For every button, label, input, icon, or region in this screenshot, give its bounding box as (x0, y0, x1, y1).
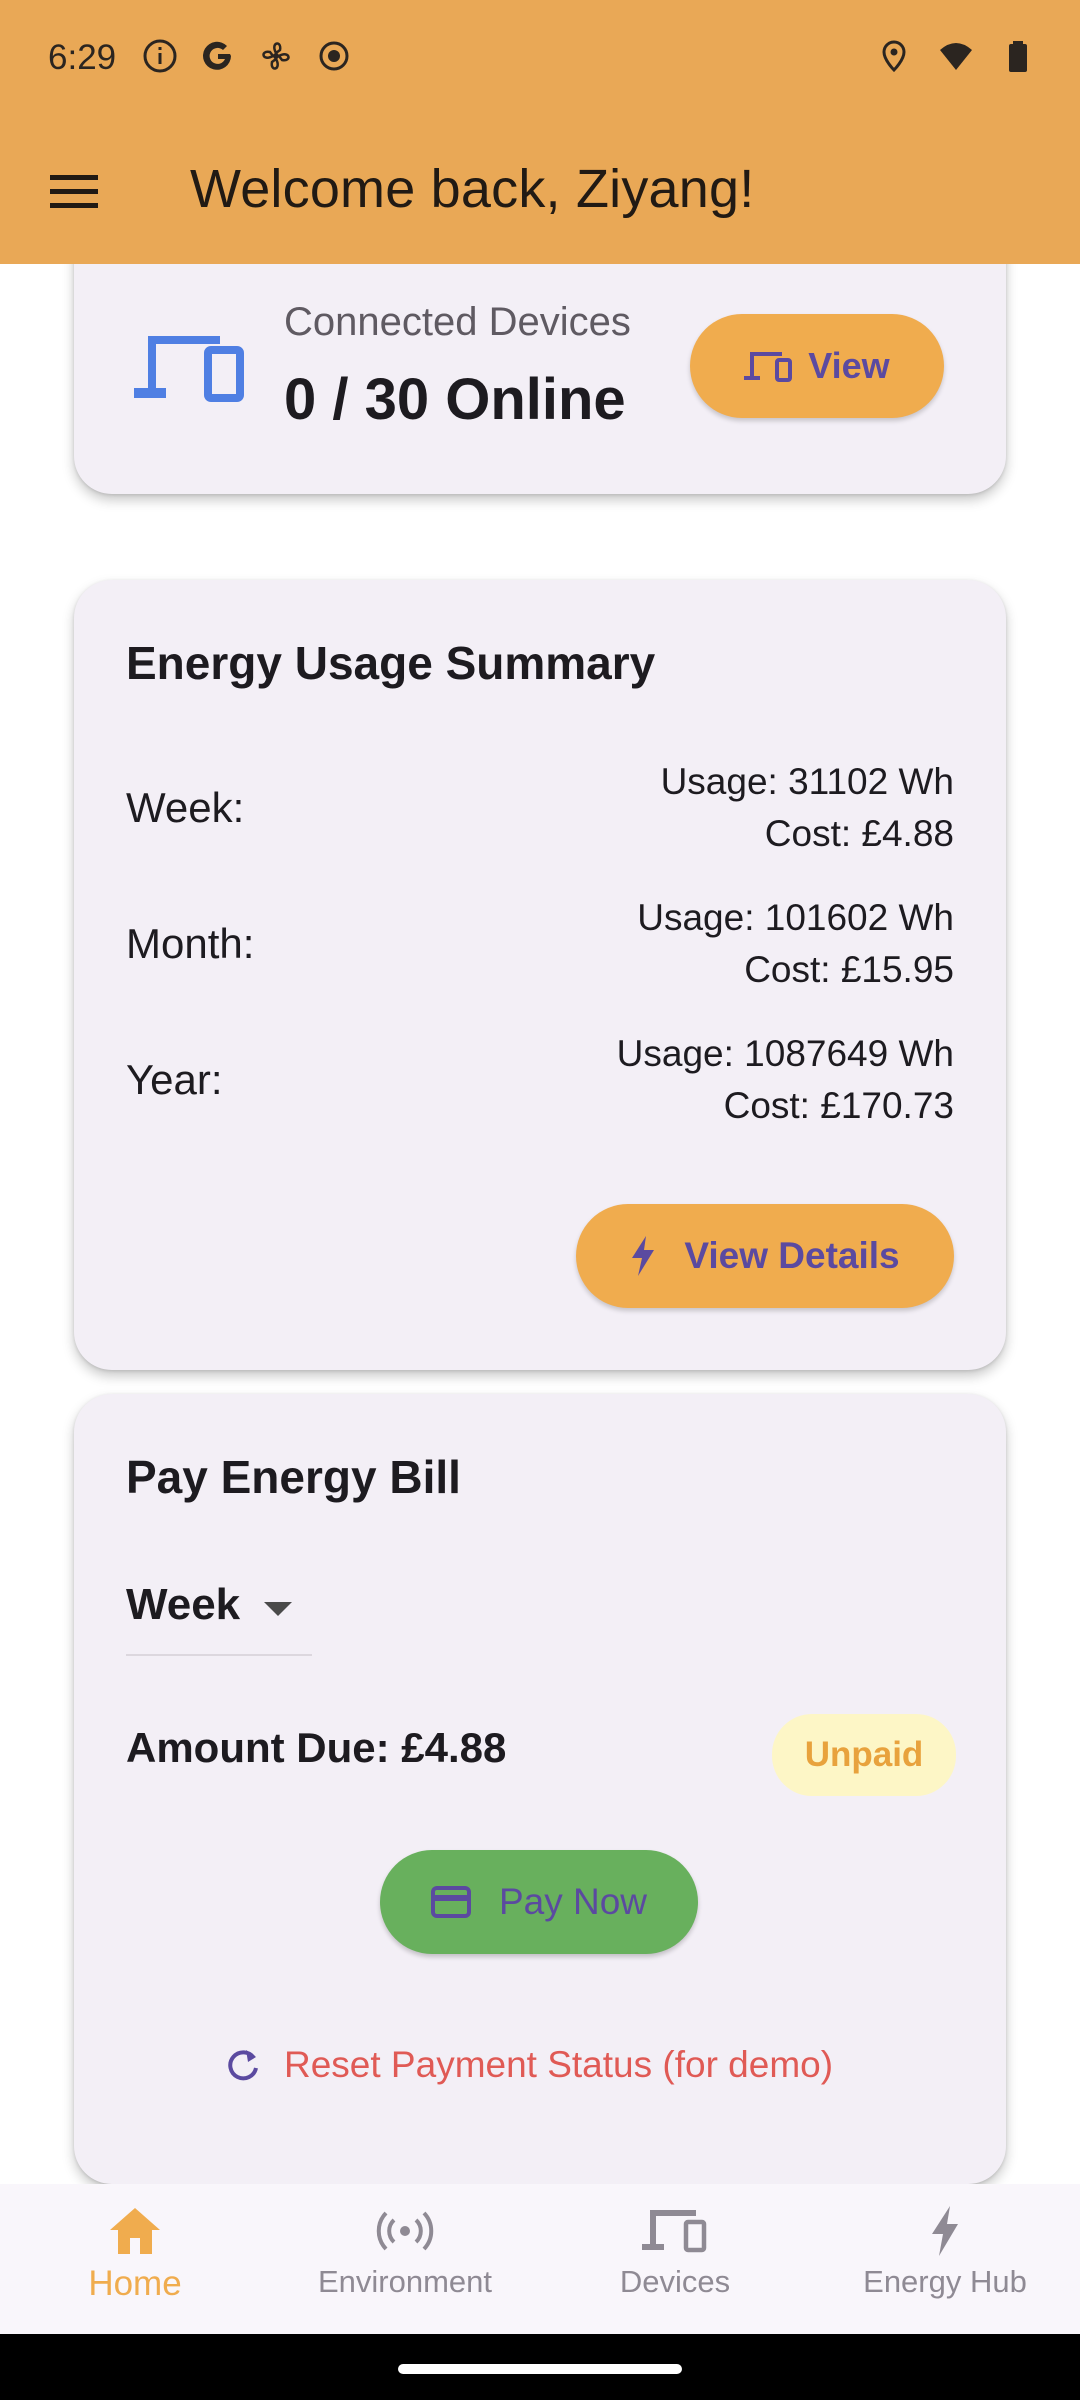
year-usage: Usage: 1087649 Wh (616, 1033, 954, 1074)
menu-icon (50, 175, 98, 208)
nav-label-home: Home (88, 2264, 182, 2303)
status-time: 6:29 (48, 38, 117, 77)
pay-now-label: Pay Now (498, 1881, 648, 1922)
connected-devices-label: Connected Devices (284, 300, 631, 344)
week-usage: Usage: 31102 Wh (660, 761, 954, 802)
nav-label-devices: Devices (619, 2264, 731, 2299)
pay-energy-bill-card: Pay Energy Bill Week Amount Due: £4.88 U… (74, 1394, 1006, 2184)
battery-icon (1009, 41, 1027, 72)
bolt-icon (632, 1236, 655, 1276)
home-icon (110, 2208, 160, 2254)
status-bar: 6:29 (0, 0, 1080, 118)
nav-label-environment: Environment (317, 2264, 493, 2299)
system-navigation-bar (0, 2334, 1080, 2400)
dropdown-arrow-icon (264, 1602, 292, 1616)
nav-item-devices[interactable]: Devices (540, 2184, 810, 2334)
view-devices-button[interactable]: View (690, 314, 944, 418)
year-values: Usage: 1087649 Wh Cost: £170.73 (617, 1028, 954, 1132)
year-cost: Cost: £170.73 (723, 1085, 954, 1126)
fan-icon (262, 42, 290, 70)
bottom-navigation: Home Environment Devices Energy Hub (0, 2184, 1080, 2334)
week-cost: Cost: £4.88 (764, 813, 954, 854)
energy-summary-title: Energy Usage Summary (126, 637, 656, 689)
devices-icon (642, 2210, 707, 2253)
devices-icon (134, 336, 244, 402)
billing-period-value: Week (126, 1580, 241, 1629)
energy-usage-summary-card: Energy Usage Summary Week: Usage: 31102 … (74, 580, 1006, 1370)
location-icon (882, 40, 906, 73)
nav-item-energy-hub[interactable]: Energy Hub (810, 2184, 1080, 2334)
month-values: Usage: 101602 Wh Cost: £15.95 (637, 892, 954, 996)
view-details-label: View Details (684, 1235, 900, 1276)
status-notification-icons (142, 38, 352, 74)
nav-item-home[interactable]: Home (0, 2184, 270, 2334)
top-app-bar-container: 6:29 Welcome back, Ziyang! (0, 0, 1080, 264)
record-icon (319, 41, 349, 71)
week-values: Usage: 31102 Wh Cost: £4.88 (661, 756, 954, 860)
month-cost: Cost: £15.95 (744, 949, 954, 990)
year-label: Year: (126, 1056, 223, 1103)
credit-card-icon (430, 1886, 471, 1918)
online-devices-count: 0 / 30 Online (284, 367, 626, 432)
bolt-icon (932, 2206, 958, 2256)
reset-payment-label: Reset Payment Status (for demo) (284, 2044, 834, 2085)
nav-item-environment[interactable]: Environment (270, 2184, 540, 2334)
app-bar: Welcome back, Ziyang! (0, 118, 1080, 264)
month-label: Month: (126, 920, 255, 967)
refresh-icon (228, 2050, 258, 2081)
amount-due: Amount Due: £4.88 (126, 1724, 507, 1771)
sensors-icon (376, 2211, 434, 2251)
view-details-button[interactable]: View Details (576, 1204, 954, 1308)
pay-bill-title: Pay Energy Bill (126, 1451, 461, 1503)
menu-button[interactable] (44, 162, 104, 222)
week-label: Week: (126, 784, 245, 831)
page-title: Welcome back, Ziyang! (190, 159, 755, 219)
nav-label-energy-hub: Energy Hub (863, 2264, 1027, 2299)
month-usage: Usage: 101602 Wh (637, 897, 954, 938)
reset-payment-status-button[interactable]: Reset Payment Status (for demo) (224, 2044, 833, 2086)
billing-period-dropdown[interactable]: Week (126, 1580, 312, 1656)
pay-now-button[interactable]: Pay Now (380, 1850, 698, 1954)
payment-status-badge: Unpaid (772, 1714, 956, 1796)
home-gesture-handle[interactable] (398, 2364, 682, 2374)
wifi-icon (940, 43, 972, 70)
google-icon (203, 41, 231, 70)
info-icon (143, 39, 177, 73)
devices-icon (744, 352, 793, 382)
status-system-icons (876, 38, 1036, 74)
view-button-label: View (808, 345, 890, 386)
